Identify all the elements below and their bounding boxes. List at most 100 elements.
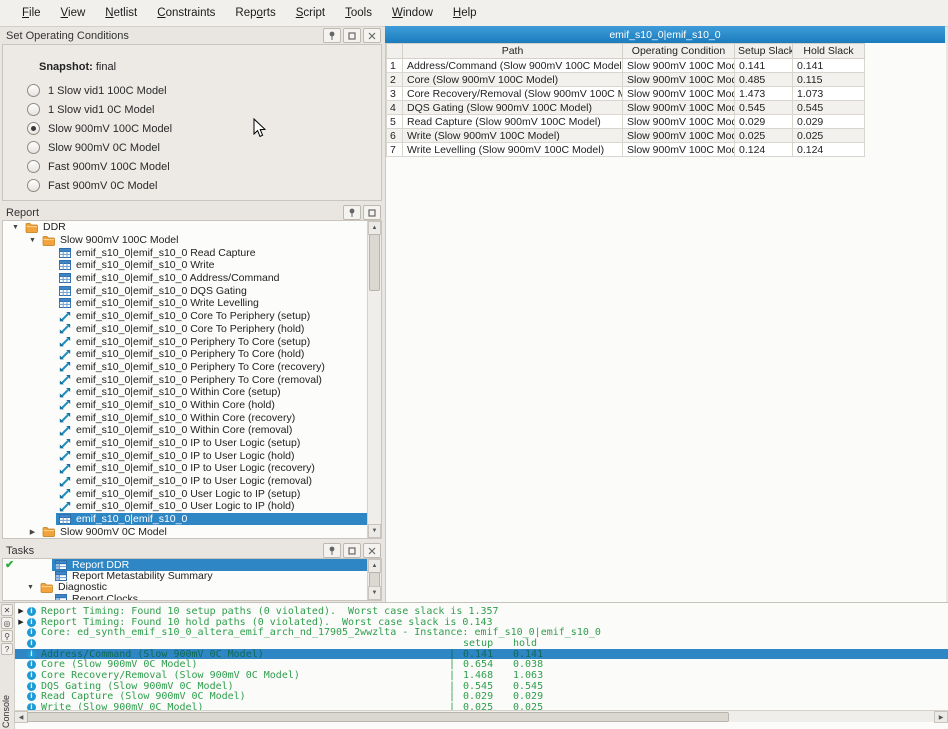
console-line[interactable]: iCore Recovery/Removal (Slow 900mV 0C Mo…	[15, 670, 948, 681]
scroll-thumb[interactable]	[27, 712, 729, 722]
tree-item[interactable]: emif_s10_0|emif_s10_0 Within Core (recov…	[3, 411, 368, 424]
hold-slack-column-header[interactable]: Hold Slack	[793, 44, 865, 59]
row-number[interactable]: 6	[387, 129, 403, 143]
tree-item[interactable]: emif_s10_0|emif_s10_0 Periphery To Core …	[3, 348, 368, 361]
condition-cell[interactable]: Slow 900mV 100C Model	[623, 87, 735, 101]
radio-unselected[interactable]	[27, 103, 40, 116]
menu-file[interactable]: File	[12, 3, 51, 23]
tree-item-content[interactable]: emif_s10_0|emif_s10_0	[56, 513, 368, 525]
console-line[interactable]: iRead Capture (Slow 900mV 0C Model)|0.02…	[15, 692, 948, 703]
tree-item-content[interactable]: Slow 900mV 0C Model	[39, 526, 368, 538]
row-number[interactable]: 1	[387, 59, 403, 73]
tree-item[interactable]: emif_s10_0|emif_s10_0 Address/Command	[3, 272, 368, 285]
restore-icon[interactable]	[343, 28, 361, 43]
pin-icon[interactable]	[343, 205, 361, 220]
restore-icon[interactable]	[343, 543, 361, 558]
pin-icon[interactable]	[323, 28, 341, 43]
row-number[interactable]: 7	[387, 143, 403, 157]
menu-constraints[interactable]: Constraints	[147, 3, 225, 23]
results-table-titlebar[interactable]: emif_s10_0|emif_s10_0	[385, 26, 945, 43]
row-number[interactable]: 3	[387, 87, 403, 101]
tree-item-content[interactable]: DDR	[22, 221, 368, 233]
tree-item[interactable]: emif_s10_0|emif_s10_0 Write	[3, 259, 368, 272]
setup-slack-cell[interactable]: 0.124	[735, 143, 793, 157]
path-cell[interactable]: Core (Slow 900mV 100C Model)	[403, 73, 623, 87]
console-hscrollbar[interactable]: ◀ ▶	[14, 710, 948, 722]
tree-item[interactable]: ▶Slow 900mV 0C Model	[3, 526, 368, 539]
tree-item-content[interactable]: emif_s10_0|emif_s10_0 Core To Periphery …	[56, 310, 368, 322]
tree-item[interactable]: Report Metastability Summary	[3, 570, 368, 581]
tree-item-content[interactable]: emif_s10_0|emif_s10_0 Within Core (remov…	[56, 424, 368, 436]
operating-condition-option[interactable]: Fast 900mV 0C Model	[3, 176, 381, 195]
operating-condition-option[interactable]: Slow 900mV 100C Model	[3, 119, 381, 138]
table-row[interactable]: 2Core (Slow 900mV 100C Model)Slow 900mV …	[387, 73, 865, 87]
table-row[interactable]: 7Write Levelling (Slow 900mV 100C Model)…	[387, 143, 865, 157]
tree-item-content[interactable]: emif_s10_0|emif_s10_0 Periphery To Core …	[56, 374, 368, 386]
tree-item[interactable]: emif_s10_0|emif_s10_0 Periphery To Core …	[3, 335, 368, 348]
tasks-scrollbar[interactable]: ▲ ▼	[367, 559, 381, 600]
tree-item[interactable]: emif_s10_0|emif_s10_0 IP to User Logic (…	[3, 449, 368, 462]
tree-item[interactable]: emif_s10_0|emif_s10_0 Within Core (hold)	[3, 399, 368, 412]
tree-item[interactable]: emif_s10_0|emif_s10_0 DQS Gating	[3, 284, 368, 297]
hold-slack-cell[interactable]: 0.115	[793, 73, 865, 87]
tree-item-content[interactable]: emif_s10_0|emif_s10_0 Within Core (recov…	[56, 412, 368, 424]
tree-item[interactable]: Report Clocks	[3, 593, 368, 600]
radio-unselected[interactable]	[27, 141, 40, 154]
menu-help[interactable]: Help	[443, 3, 487, 23]
scroll-up-icon[interactable]: ▲	[368, 559, 381, 573]
pin-icon[interactable]	[323, 543, 341, 558]
expander-closed-icon[interactable]: ▶	[26, 528, 39, 536]
menu-reports[interactable]: Reports	[225, 3, 285, 23]
tree-item-content[interactable]: emif_s10_0|emif_s10_0 Address/Command	[56, 272, 368, 284]
tree-item-content[interactable]: emif_s10_0|emif_s10_0 IP to User Logic (…	[56, 462, 368, 474]
tree-item-content[interactable]: Report Metastability Summary	[52, 570, 368, 582]
path-cell[interactable]: Address/Command (Slow 900mV 100C Model)	[403, 59, 623, 73]
table-row[interactable]: 3Core Recovery/Removal (Slow 900mV 100C …	[387, 87, 865, 101]
hold-slack-cell[interactable]: 1.073	[793, 87, 865, 101]
setup-slack-cell[interactable]: 0.485	[735, 73, 793, 87]
console-line[interactable]: iCore: ed_synth_emif_s10_0_altera_emif_a…	[15, 627, 948, 638]
expander-open-icon[interactable]: ▼	[9, 224, 22, 231]
tree-item[interactable]: emif_s10_0|emif_s10_0 Read Capture	[3, 246, 368, 259]
tree-item[interactable]: emif_s10_0|emif_s10_0 IP to User Logic (…	[3, 437, 368, 450]
radio-unselected[interactable]	[27, 160, 40, 173]
menu-view[interactable]: View	[51, 3, 96, 23]
scroll-thumb[interactable]	[369, 234, 380, 291]
tree-item[interactable]: emif_s10_0|emif_s10_0 Within Core (setup…	[3, 386, 368, 399]
tree-item-content[interactable]: Diagnostic	[37, 581, 368, 593]
operating-condition-option[interactable]: 1 Slow vid1 0C Model	[3, 100, 381, 119]
expander-open-icon[interactable]: ▼	[24, 584, 37, 591]
tree-item[interactable]: ▼DDR	[3, 221, 368, 234]
setup-slack-cell[interactable]: 0.029	[735, 115, 793, 129]
tree-item[interactable]: Report DDR✔	[3, 559, 368, 570]
tree-item[interactable]: emif_s10_0|emif_s10_0 IP to User Logic (…	[3, 475, 368, 488]
table-row[interactable]: 6Write (Slow 900mV 100C Model)Slow 900mV…	[387, 129, 865, 143]
hold-slack-cell[interactable]: 0.029	[793, 115, 865, 129]
console-line[interactable]: ▶iReport Timing: Found 10 hold paths (0 …	[15, 617, 948, 628]
console-line[interactable]: iDQS Gating (Slow 900mV 0C Model)|0.5450…	[15, 681, 948, 692]
scroll-left-icon[interactable]: ◀	[14, 711, 28, 723]
restore-icon[interactable]	[363, 205, 381, 220]
radio-unselected[interactable]	[27, 179, 40, 192]
scroll-down-icon[interactable]: ▼	[368, 524, 381, 538]
tree-item[interactable]: emif_s10_0|emif_s10_0 Core To Periphery …	[3, 310, 368, 323]
hold-slack-cell[interactable]: 0.141	[793, 59, 865, 73]
report-tree-scrollbar[interactable]: ▲ ▼	[367, 221, 381, 538]
setup-slack-cell[interactable]: 0.545	[735, 101, 793, 115]
tree-item-content[interactable]: emif_s10_0|emif_s10_0 Read Capture	[56, 247, 368, 259]
radio-unselected[interactable]	[27, 84, 40, 97]
menu-tools[interactable]: Tools	[335, 3, 382, 23]
tree-item[interactable]: emif_s10_0|emif_s10_0 User Logic to IP (…	[3, 487, 368, 500]
expander-closed-icon[interactable]: ▶	[15, 607, 27, 615]
tree-item-content[interactable]: Report Clocks	[52, 593, 368, 600]
condition-cell[interactable]: Slow 900mV 100C Model	[623, 73, 735, 87]
tree-item[interactable]: ▼Slow 900mV 100C Model	[3, 234, 368, 247]
expander-closed-icon[interactable]: ▶	[15, 618, 27, 626]
scroll-right-icon[interactable]: ▶	[934, 711, 948, 723]
path-cell[interactable]: Write Levelling (Slow 900mV 100C Model)	[403, 143, 623, 157]
path-cell[interactable]: Read Capture (Slow 900mV 100C Model)	[403, 115, 623, 129]
console-tab-label[interactable]: Console	[1, 695, 11, 728]
condition-cell[interactable]: Slow 900mV 100C Model	[623, 59, 735, 73]
row-number[interactable]: 5	[387, 115, 403, 129]
menu-netlist[interactable]: Netlist	[95, 3, 147, 23]
